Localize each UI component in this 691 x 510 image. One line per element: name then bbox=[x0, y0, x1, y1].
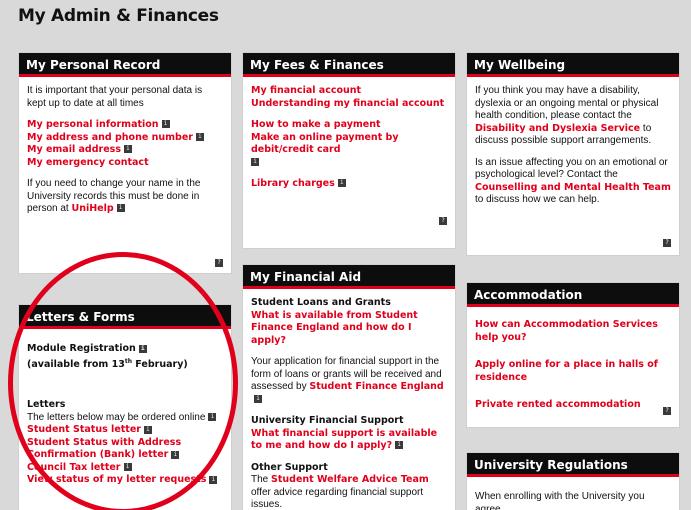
info-icon[interactable]: i bbox=[161, 120, 170, 129]
personal-record-intro: It is important that your personal data … bbox=[27, 85, 203, 109]
student-finance-england-apply-link[interactable]: What is available from Student Finance E… bbox=[251, 310, 418, 346]
help-icon[interactable]: ? bbox=[439, 217, 447, 225]
module-registration-label: Module Registration bbox=[27, 343, 136, 354]
page-title: My Admin & Finances bbox=[18, 6, 219, 26]
financial-support-apply-link[interactable]: What financial support is available to m… bbox=[251, 428, 437, 452]
my-email-address-link[interactable]: My email address bbox=[27, 144, 121, 155]
university-financial-support-heading: University Financial Support bbox=[251, 415, 404, 426]
available-date-sup: th bbox=[124, 357, 132, 365]
info-icon[interactable]: i bbox=[209, 475, 218, 484]
accommodation-panel: Accommodation How can Accommodation Serv… bbox=[466, 282, 680, 428]
info-icon[interactable]: i bbox=[143, 425, 152, 434]
fees-finances-panel: My Fees & Finances My financial account … bbox=[242, 52, 456, 249]
view-letter-requests-link[interactable]: View status of my letter requests bbox=[27, 474, 206, 485]
how-to-make-payment-link[interactable]: How to make a payment bbox=[251, 119, 381, 130]
financial-aid-panel: My Financial Aid Student Loans and Grant… bbox=[242, 264, 456, 510]
accommodation-heading: Accommodation bbox=[467, 283, 679, 307]
regulations-heading: University Regulations bbox=[467, 453, 679, 477]
counselling-mental-health-link[interactable]: Counselling and Mental Health Team bbox=[475, 182, 671, 193]
financial-aid-heading: My Financial Aid bbox=[243, 265, 455, 289]
help-icon[interactable]: ? bbox=[663, 239, 671, 247]
letters-intro: The letters below may be ordered online bbox=[27, 411, 206, 423]
regulations-text: When enrolling with the University you a… bbox=[475, 491, 645, 510]
student-status-address-letter-link[interactable]: Student Status with Address Confirmation… bbox=[27, 437, 181, 461]
help-icon[interactable]: ? bbox=[663, 407, 671, 415]
letters-heading: Letters bbox=[27, 399, 66, 411]
available-date-suffix: February) bbox=[132, 358, 188, 370]
regulations-panel: University Regulations When enrolling wi… bbox=[466, 452, 680, 510]
letters-forms-heading: Letters & Forms bbox=[19, 305, 231, 329]
fees-finances-heading: My Fees & Finances bbox=[243, 53, 455, 77]
wellbeing-heading: My Wellbeing bbox=[467, 53, 679, 77]
info-icon[interactable]: i bbox=[123, 463, 132, 472]
info-icon[interactable]: i bbox=[254, 394, 262, 403]
info-icon[interactable]: i bbox=[171, 450, 180, 459]
council-tax-letter-link[interactable]: Council Tax letter bbox=[27, 462, 121, 473]
info-icon[interactable]: i bbox=[116, 204, 125, 213]
student-loans-heading: Student Loans and Grants bbox=[251, 297, 391, 308]
my-financial-account-link[interactable]: My financial account bbox=[251, 85, 361, 96]
wellbeing-text-1: If you think you may have a disability, … bbox=[475, 85, 659, 121]
info-icon[interactable]: i bbox=[337, 179, 346, 188]
wellbeing-text-2-suffix: to discuss how we can help. bbox=[475, 194, 600, 205]
other-support-heading: Other Support bbox=[251, 461, 328, 473]
info-icon[interactable]: i bbox=[208, 413, 217, 422]
info-icon[interactable]: i bbox=[395, 441, 404, 450]
unihelp-link[interactable]: UniHelp bbox=[71, 203, 113, 214]
student-finance-england-link[interactable]: Student Finance England bbox=[309, 381, 443, 392]
student-status-letter-link[interactable]: Student Status letter bbox=[27, 424, 141, 435]
student-welfare-advice-link[interactable]: Student Welfare Advice Team bbox=[271, 474, 429, 485]
understanding-financial-account-link[interactable]: Understanding my financial account bbox=[251, 98, 444, 109]
my-personal-information-link[interactable]: My personal information bbox=[27, 119, 159, 130]
wellbeing-text-2: Is an issue affecting you on an emotiona… bbox=[475, 156, 668, 181]
apply-halls-residence-link[interactable]: Apply online for a place in halls of res… bbox=[475, 359, 658, 383]
personal-record-panel: My Personal Record It is important that … bbox=[18, 52, 232, 274]
my-address-phone-link[interactable]: My address and phone number bbox=[27, 132, 193, 143]
letters-forms-panel: Letters & Forms Module Registration i (av… bbox=[18, 304, 232, 510]
accommodation-services-help-link[interactable]: How can Accommodation Services help you? bbox=[475, 319, 658, 343]
online-payment-link[interactable]: Make an online payment by debit/credit c… bbox=[251, 132, 399, 156]
info-icon[interactable]: i bbox=[195, 132, 204, 141]
info-icon[interactable]: i bbox=[123, 145, 132, 154]
library-charges-link[interactable]: Library charges bbox=[251, 178, 335, 189]
available-date-prefix: (available from 13 bbox=[27, 358, 125, 370]
other-support-suffix: offer advice regarding financial support… bbox=[251, 486, 424, 510]
my-emergency-contact-link[interactable]: My emergency contact bbox=[27, 157, 149, 168]
disability-dyslexia-service-link[interactable]: Disability and Dyslexia Service bbox=[475, 123, 640, 134]
help-icon[interactable]: ? bbox=[215, 259, 223, 267]
personal-record-heading: My Personal Record bbox=[19, 53, 231, 77]
other-support-prefix: The bbox=[251, 474, 269, 485]
private-rented-accommodation-link[interactable]: Private rented accommodation bbox=[475, 399, 641, 410]
info-icon[interactable]: i bbox=[138, 344, 147, 353]
wellbeing-panel: My Wellbeing If you think you may have a… bbox=[466, 52, 680, 256]
info-icon[interactable]: i bbox=[251, 157, 259, 166]
